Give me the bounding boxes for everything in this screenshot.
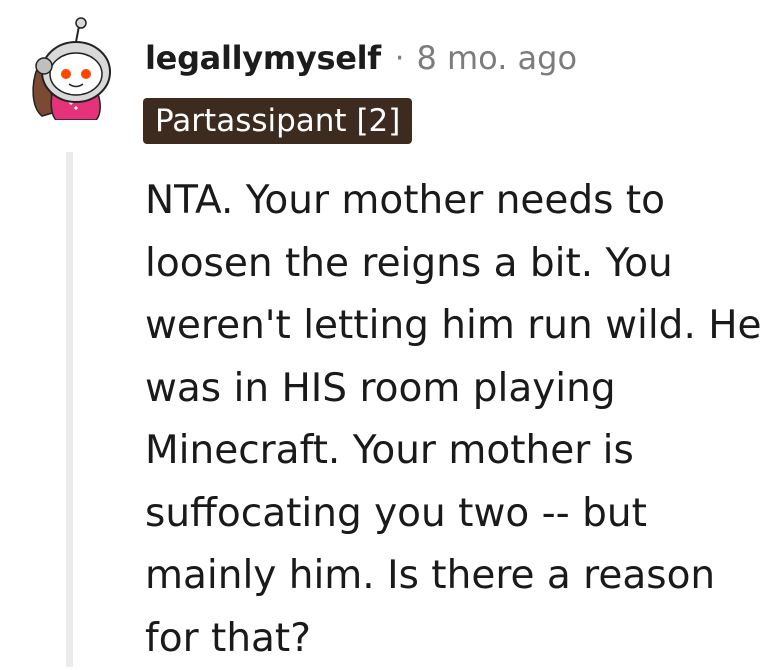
user-avatar[interactable] <box>22 16 122 120</box>
timestamp-link[interactable]: 8 mo. ago <box>416 39 577 77</box>
username-link[interactable]: legallymyself <box>145 39 381 77</box>
comment-body: NTA. Your mother needs to loosen the rei… <box>145 178 762 661</box>
user-flair-badge: Partassipant [2] <box>143 98 413 144</box>
comment: legallymyself · 8 mo. ago Partassipant [… <box>0 0 784 667</box>
thread-collapse-line[interactable] <box>66 152 73 667</box>
snoo-astronaut-avatar-icon <box>32 17 111 120</box>
comment-meta: legallymyself · 8 mo. ago <box>145 36 577 80</box>
meta-separator: · <box>394 40 405 76</box>
